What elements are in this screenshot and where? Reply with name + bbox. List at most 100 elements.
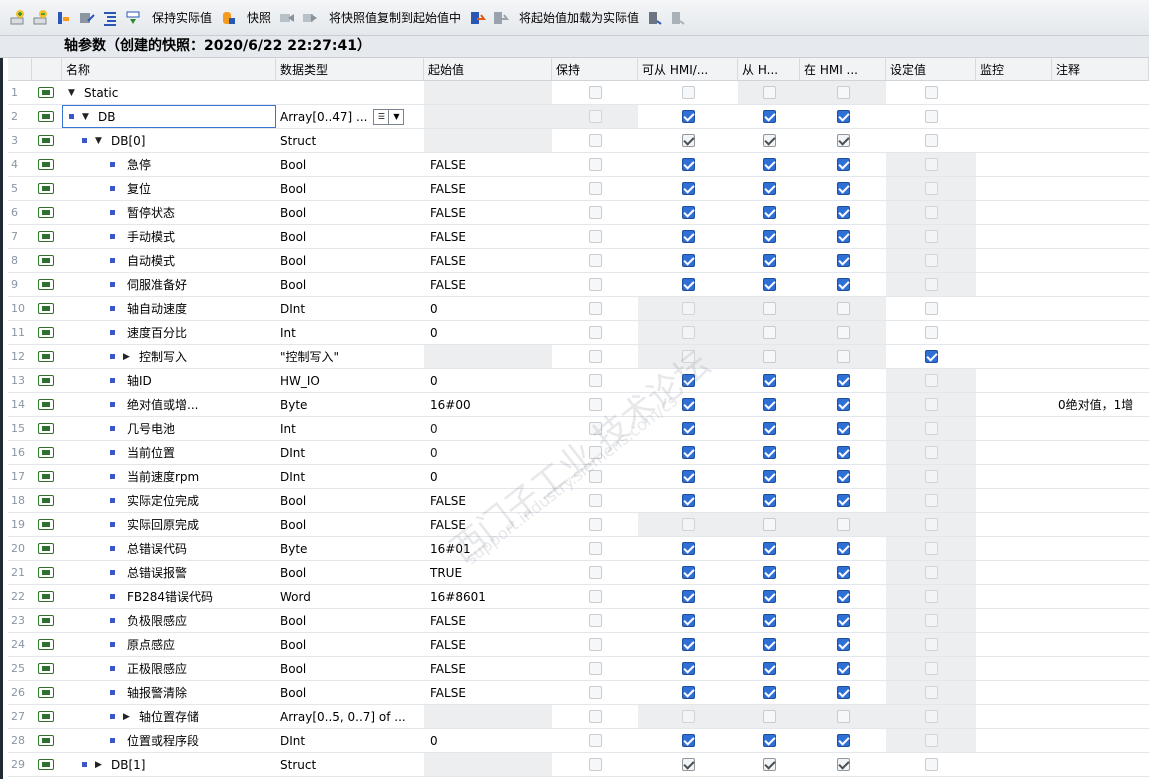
hmi-writable-checkbox[interactable]: [762, 470, 776, 483]
comment-cell[interactable]: [1052, 321, 1149, 344]
type-cell[interactable]: Int: [276, 417, 424, 440]
hmi-writable-checkbox[interactable]: [762, 422, 776, 435]
type-cell[interactable]: Bool: [276, 489, 424, 512]
hmi-writable-checkbox[interactable]: [762, 254, 776, 267]
name-cell[interactable]: ▼ Static: [62, 81, 276, 104]
comment-cell[interactable]: [1052, 369, 1149, 392]
hmi-writable-checkbox[interactable]: [762, 86, 776, 99]
hmi-accessible-checkbox[interactable]: [681, 758, 695, 771]
comment-cell[interactable]: [1052, 417, 1149, 440]
setpoint-checkbox[interactable]: [924, 278, 938, 291]
type-cell[interactable]: "控制写入": [276, 345, 424, 368]
hmi-accessible-checkbox[interactable]: [681, 110, 695, 123]
hmi-visible-checkbox[interactable]: [836, 230, 850, 243]
hmi-writable-checkbox[interactable]: [762, 566, 776, 579]
reset-icon[interactable]: [54, 8, 74, 28]
name-cell[interactable]: 实际定位完成: [62, 489, 276, 512]
comment-cell[interactable]: [1052, 513, 1149, 536]
name-cell[interactable]: ▶ 轴位置存储: [62, 705, 276, 728]
comment-cell[interactable]: [1052, 105, 1149, 128]
hmi-accessible-checkbox[interactable]: [681, 734, 695, 747]
setpoint-checkbox[interactable]: [924, 302, 938, 315]
setpoint-checkbox[interactable]: [924, 686, 938, 699]
start-value-cell[interactable]: 0: [424, 417, 552, 440]
start-value-cell[interactable]: 16#8601: [424, 585, 552, 608]
type-cell[interactable]: Array[0..47] ... ☰ ▼: [276, 105, 424, 128]
comment-cell[interactable]: [1052, 705, 1149, 728]
keep-checkbox[interactable]: [588, 110, 602, 123]
setpoint-checkbox[interactable]: [924, 758, 938, 771]
table-row[interactable]: 10 轴自动速度 DInt 0: [8, 297, 1149, 321]
hmi-visible-checkbox[interactable]: [836, 638, 850, 651]
table-row[interactable]: 16 当前位置 DInt 0: [8, 441, 1149, 465]
name-cell[interactable]: 当前位置: [62, 441, 276, 464]
keep-checkbox[interactable]: [588, 422, 602, 435]
hmi-writable-checkbox[interactable]: [762, 110, 776, 123]
comment-cell[interactable]: [1052, 153, 1149, 176]
type-cell[interactable]: Bool: [276, 249, 424, 272]
table-row[interactable]: 4 急停 Bool FALSE: [8, 153, 1149, 177]
comment-cell[interactable]: [1052, 753, 1149, 776]
keep-checkbox[interactable]: [588, 326, 602, 339]
type-cell[interactable]: DInt: [276, 729, 424, 752]
hmi-accessible-checkbox[interactable]: [681, 662, 695, 675]
hmi-accessible-checkbox[interactable]: [681, 398, 695, 411]
insert-row-icon[interactable]: [8, 8, 28, 28]
table-row[interactable]: 24 原点感应 Bool FALSE: [8, 633, 1149, 657]
name-cell[interactable]: 暂停状态: [62, 201, 276, 224]
type-cell[interactable]: Bool: [276, 177, 424, 200]
comment-cell[interactable]: [1052, 465, 1149, 488]
hmi-writable-checkbox[interactable]: [762, 158, 776, 171]
hmi-visible-checkbox[interactable]: [836, 614, 850, 627]
table-row[interactable]: 19 实际回原完成 Bool FALSE: [8, 513, 1149, 537]
keep-checkbox[interactable]: [588, 710, 602, 723]
type-cell[interactable]: [276, 81, 424, 104]
start-value-cell[interactable]: FALSE: [424, 513, 552, 536]
hmi-accessible-checkbox[interactable]: [681, 542, 695, 555]
start-value-cell[interactable]: FALSE: [424, 153, 552, 176]
header-hmi-writable[interactable]: 从 H...: [738, 58, 800, 80]
comment-cell[interactable]: [1052, 81, 1149, 104]
name-cell[interactable]: 轴报警清除: [62, 681, 276, 704]
comment-cell[interactable]: [1052, 585, 1149, 608]
hmi-writable-checkbox[interactable]: [762, 494, 776, 507]
start-value-cell[interactable]: 0: [424, 297, 552, 320]
keep-checkbox[interactable]: [588, 254, 602, 267]
hmi-writable-checkbox[interactable]: [762, 542, 776, 555]
comment-cell[interactable]: [1052, 633, 1149, 656]
hmi-accessible-checkbox[interactable]: [681, 182, 695, 195]
hmi-visible-checkbox[interactable]: [836, 374, 850, 387]
type-cell[interactable]: Bool: [276, 657, 424, 680]
hmi-visible-checkbox[interactable]: [836, 470, 850, 483]
setpoint-checkbox[interactable]: [924, 86, 938, 99]
hmi-writable-checkbox[interactable]: [762, 614, 776, 627]
header-keep[interactable]: 保持: [552, 58, 638, 80]
type-cell[interactable]: Bool: [276, 201, 424, 224]
hmi-accessible-checkbox[interactable]: [681, 86, 695, 99]
setpoint-checkbox[interactable]: [924, 254, 938, 267]
type-cell[interactable]: Struct: [276, 129, 424, 152]
name-cell[interactable]: 几号电池: [62, 417, 276, 440]
type-cell[interactable]: Bool: [276, 513, 424, 536]
table-row[interactable]: 21 总错误报警 Bool TRUE: [8, 561, 1149, 585]
table-row[interactable]: 29 ▶ DB[1] Struct: [8, 753, 1149, 777]
hmi-writable-checkbox[interactable]: [762, 758, 776, 771]
header-setpoint[interactable]: 设定值: [886, 58, 976, 80]
table-row[interactable]: 13 轴ID HW_IO 0: [8, 369, 1149, 393]
setpoint-checkbox[interactable]: [924, 158, 938, 171]
hmi-visible-checkbox[interactable]: [836, 518, 850, 531]
hmi-accessible-checkbox[interactable]: [681, 686, 695, 699]
name-cell[interactable]: 自动模式: [62, 249, 276, 272]
setpoint-checkbox[interactable]: [924, 134, 938, 147]
keep-checkbox[interactable]: [588, 134, 602, 147]
setpoint-checkbox[interactable]: [924, 422, 938, 435]
type-cell[interactable]: Bool: [276, 273, 424, 296]
name-cell[interactable]: 负极限感应: [62, 609, 276, 632]
expand-arrow-icon[interactable]: ▶: [123, 352, 133, 362]
setpoint-checkbox[interactable]: [924, 182, 938, 195]
keep-checkbox[interactable]: [588, 734, 602, 747]
type-cell[interactable]: Int: [276, 321, 424, 344]
setpoint-checkbox[interactable]: [924, 566, 938, 579]
keep-checkbox[interactable]: [588, 278, 602, 291]
setpoint-checkbox[interactable]: [924, 542, 938, 555]
